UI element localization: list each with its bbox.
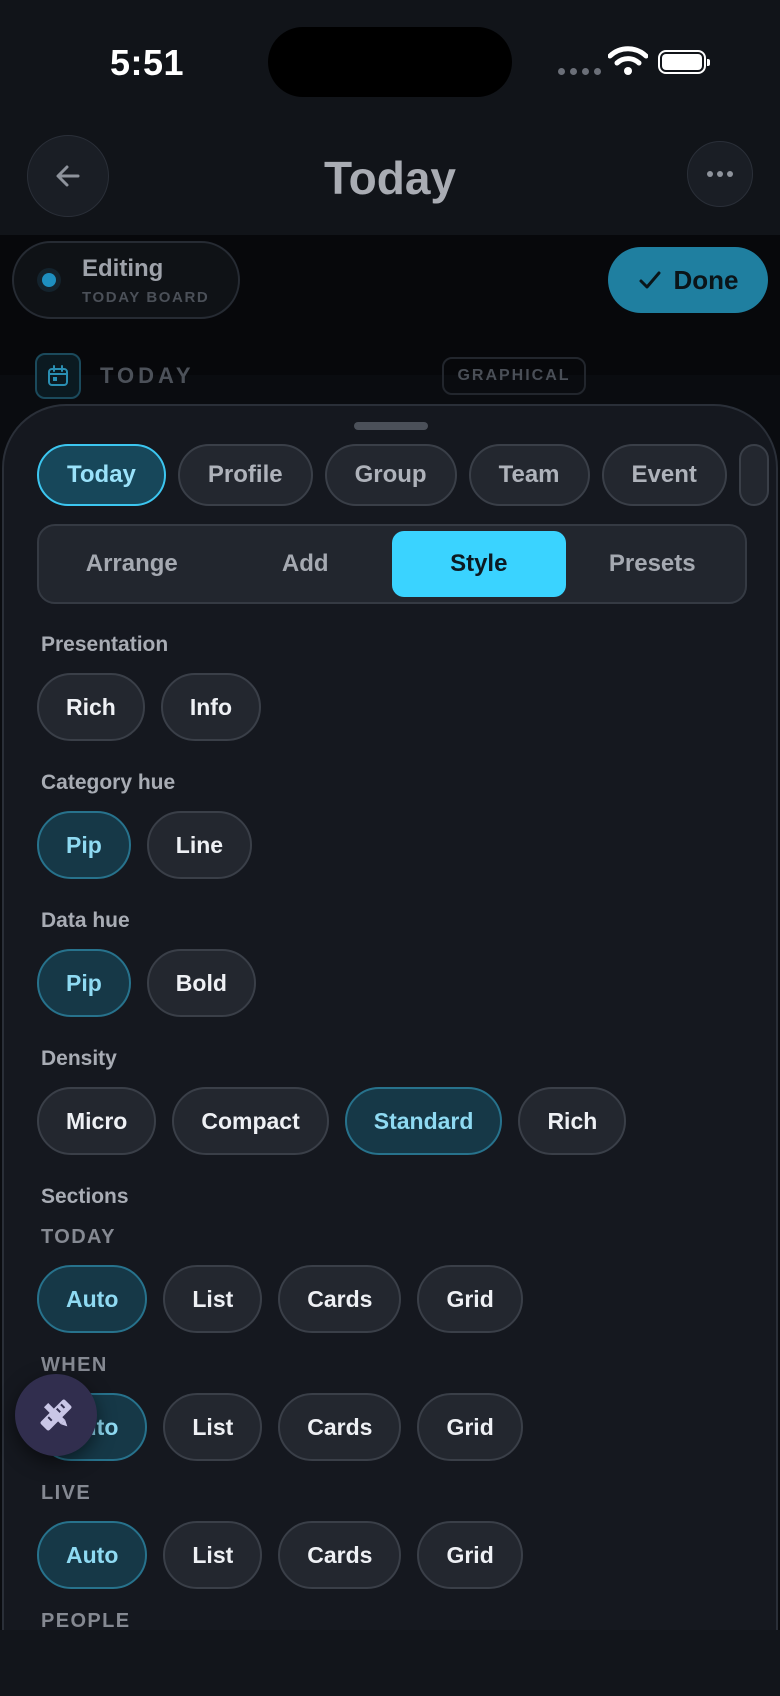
dynamic-island [268,27,512,97]
section-heading: TODAY [100,363,195,388]
data-hue-options: Pip Bold [37,949,256,1017]
cellular-signal-icon [558,68,601,75]
density-option-micro[interactable]: Micro [37,1087,157,1155]
wifi-icon [608,46,648,75]
section-people-label: PEOPLE [41,1610,131,1630]
section-today-options: Auto List Cards Grid [37,1265,523,1333]
section-today-option-grid[interactable]: Grid [417,1265,523,1333]
category-hue-option-pip[interactable]: Pip [37,811,131,879]
calendar-icon [48,365,68,386]
mode-tab-arrange[interactable]: Arrange [45,531,219,597]
mode-tab-presets[interactable]: Presets [566,531,740,597]
graphical-badge: GRAPHICAL [442,357,586,395]
editing-title: Editing [82,255,164,282]
board-tab-event[interactable]: Event [601,444,727,506]
done-label: Done [673,264,739,295]
design-tools-button[interactable] [15,1374,97,1456]
section-when-options: AutoListCardsGrid [37,1393,523,1461]
section-live-option-auto[interactable]: Auto [37,1521,148,1589]
board-tab-overflow[interactable] [738,444,769,506]
data-hue-option-pip[interactable]: Pip [37,949,131,1017]
data-hue-option-bold[interactable]: Bold [146,949,256,1017]
edit-mode-bar: Editing TODAY BOARD Done TODAY GRAPHICAL [0,235,780,399]
category-hue-option-line[interactable]: Line [146,811,253,879]
status-time: 5:51 [110,42,185,83]
section-when-option-list[interactable]: List [163,1393,263,1461]
density-label: Density [41,1047,117,1070]
category-hue-label: Category hue [41,771,176,794]
battery-icon [658,50,710,74]
presentation-label: Presentation [41,633,169,656]
home-indicator-area [0,1630,780,1696]
density-option-standard[interactable]: Standard [344,1087,503,1155]
section-live-options: Auto List Cards Grid [37,1521,523,1589]
board-tab-group[interactable]: Group [324,444,457,506]
more-button[interactable] [687,141,753,207]
section-live-label: LIVE [41,1482,92,1504]
nav-header: Today [0,125,780,235]
check-icon [639,271,660,289]
section-live-option-cards[interactable]: Cards [278,1521,402,1589]
section-when-option-grid[interactable]: Grid [417,1393,523,1461]
density-options: Micro Compact Standard Rich [37,1087,627,1155]
data-hue-label: Data hue [41,909,130,932]
status-bar: 5:51 [0,0,780,125]
board-tab-today[interactable]: Today [37,444,166,506]
sections-label: Sections [41,1185,129,1208]
mode-segmented-control: Arrange Add Style Presets [37,524,747,604]
section-today-option-cards[interactable]: Cards [278,1265,402,1333]
page-title: Today [323,152,457,204]
board-tabs: Today Profile Group Team Event [37,444,769,506]
design-tools-icon [40,1399,72,1431]
section-today-option-list[interactable]: List [163,1265,263,1333]
sheet-drag-handle[interactable] [354,422,428,430]
density-option-compact[interactable]: Compact [172,1087,329,1155]
section-today-label: TODAY [41,1226,116,1248]
style-sheet: Today Profile Group Team Event Arrange Add Sty… [2,404,778,1630]
section-today-option-auto[interactable]: Auto [37,1265,148,1333]
more-horizontal-icon [707,171,733,177]
section-when-option-cards[interactable]: Cards [278,1393,402,1461]
editing-status-dot [42,273,56,287]
category-hue-options: Pip Line [37,811,253,879]
presentation-option-info[interactable]: Info [160,673,261,741]
section-live-option-list[interactable]: List [163,1521,263,1589]
mode-tab-style[interactable]: Style [392,531,566,597]
board-tab-team[interactable]: Team [468,444,590,506]
editing-indicator: Editing TODAY BOARD [12,241,240,319]
board-tab-profile[interactable]: Profile [177,444,313,506]
editing-subtitle: TODAY BOARD [82,289,210,306]
presentation-options: Rich Info [37,673,261,741]
mode-tab-add[interactable]: Add [219,531,393,597]
section-live-option-grid[interactable]: Grid [417,1521,523,1589]
today-section-icon [35,353,81,399]
done-button[interactable]: Done [608,247,768,313]
density-option-rich[interactable]: Rich [518,1087,627,1155]
presentation-option-rich[interactable]: Rich [37,673,145,741]
